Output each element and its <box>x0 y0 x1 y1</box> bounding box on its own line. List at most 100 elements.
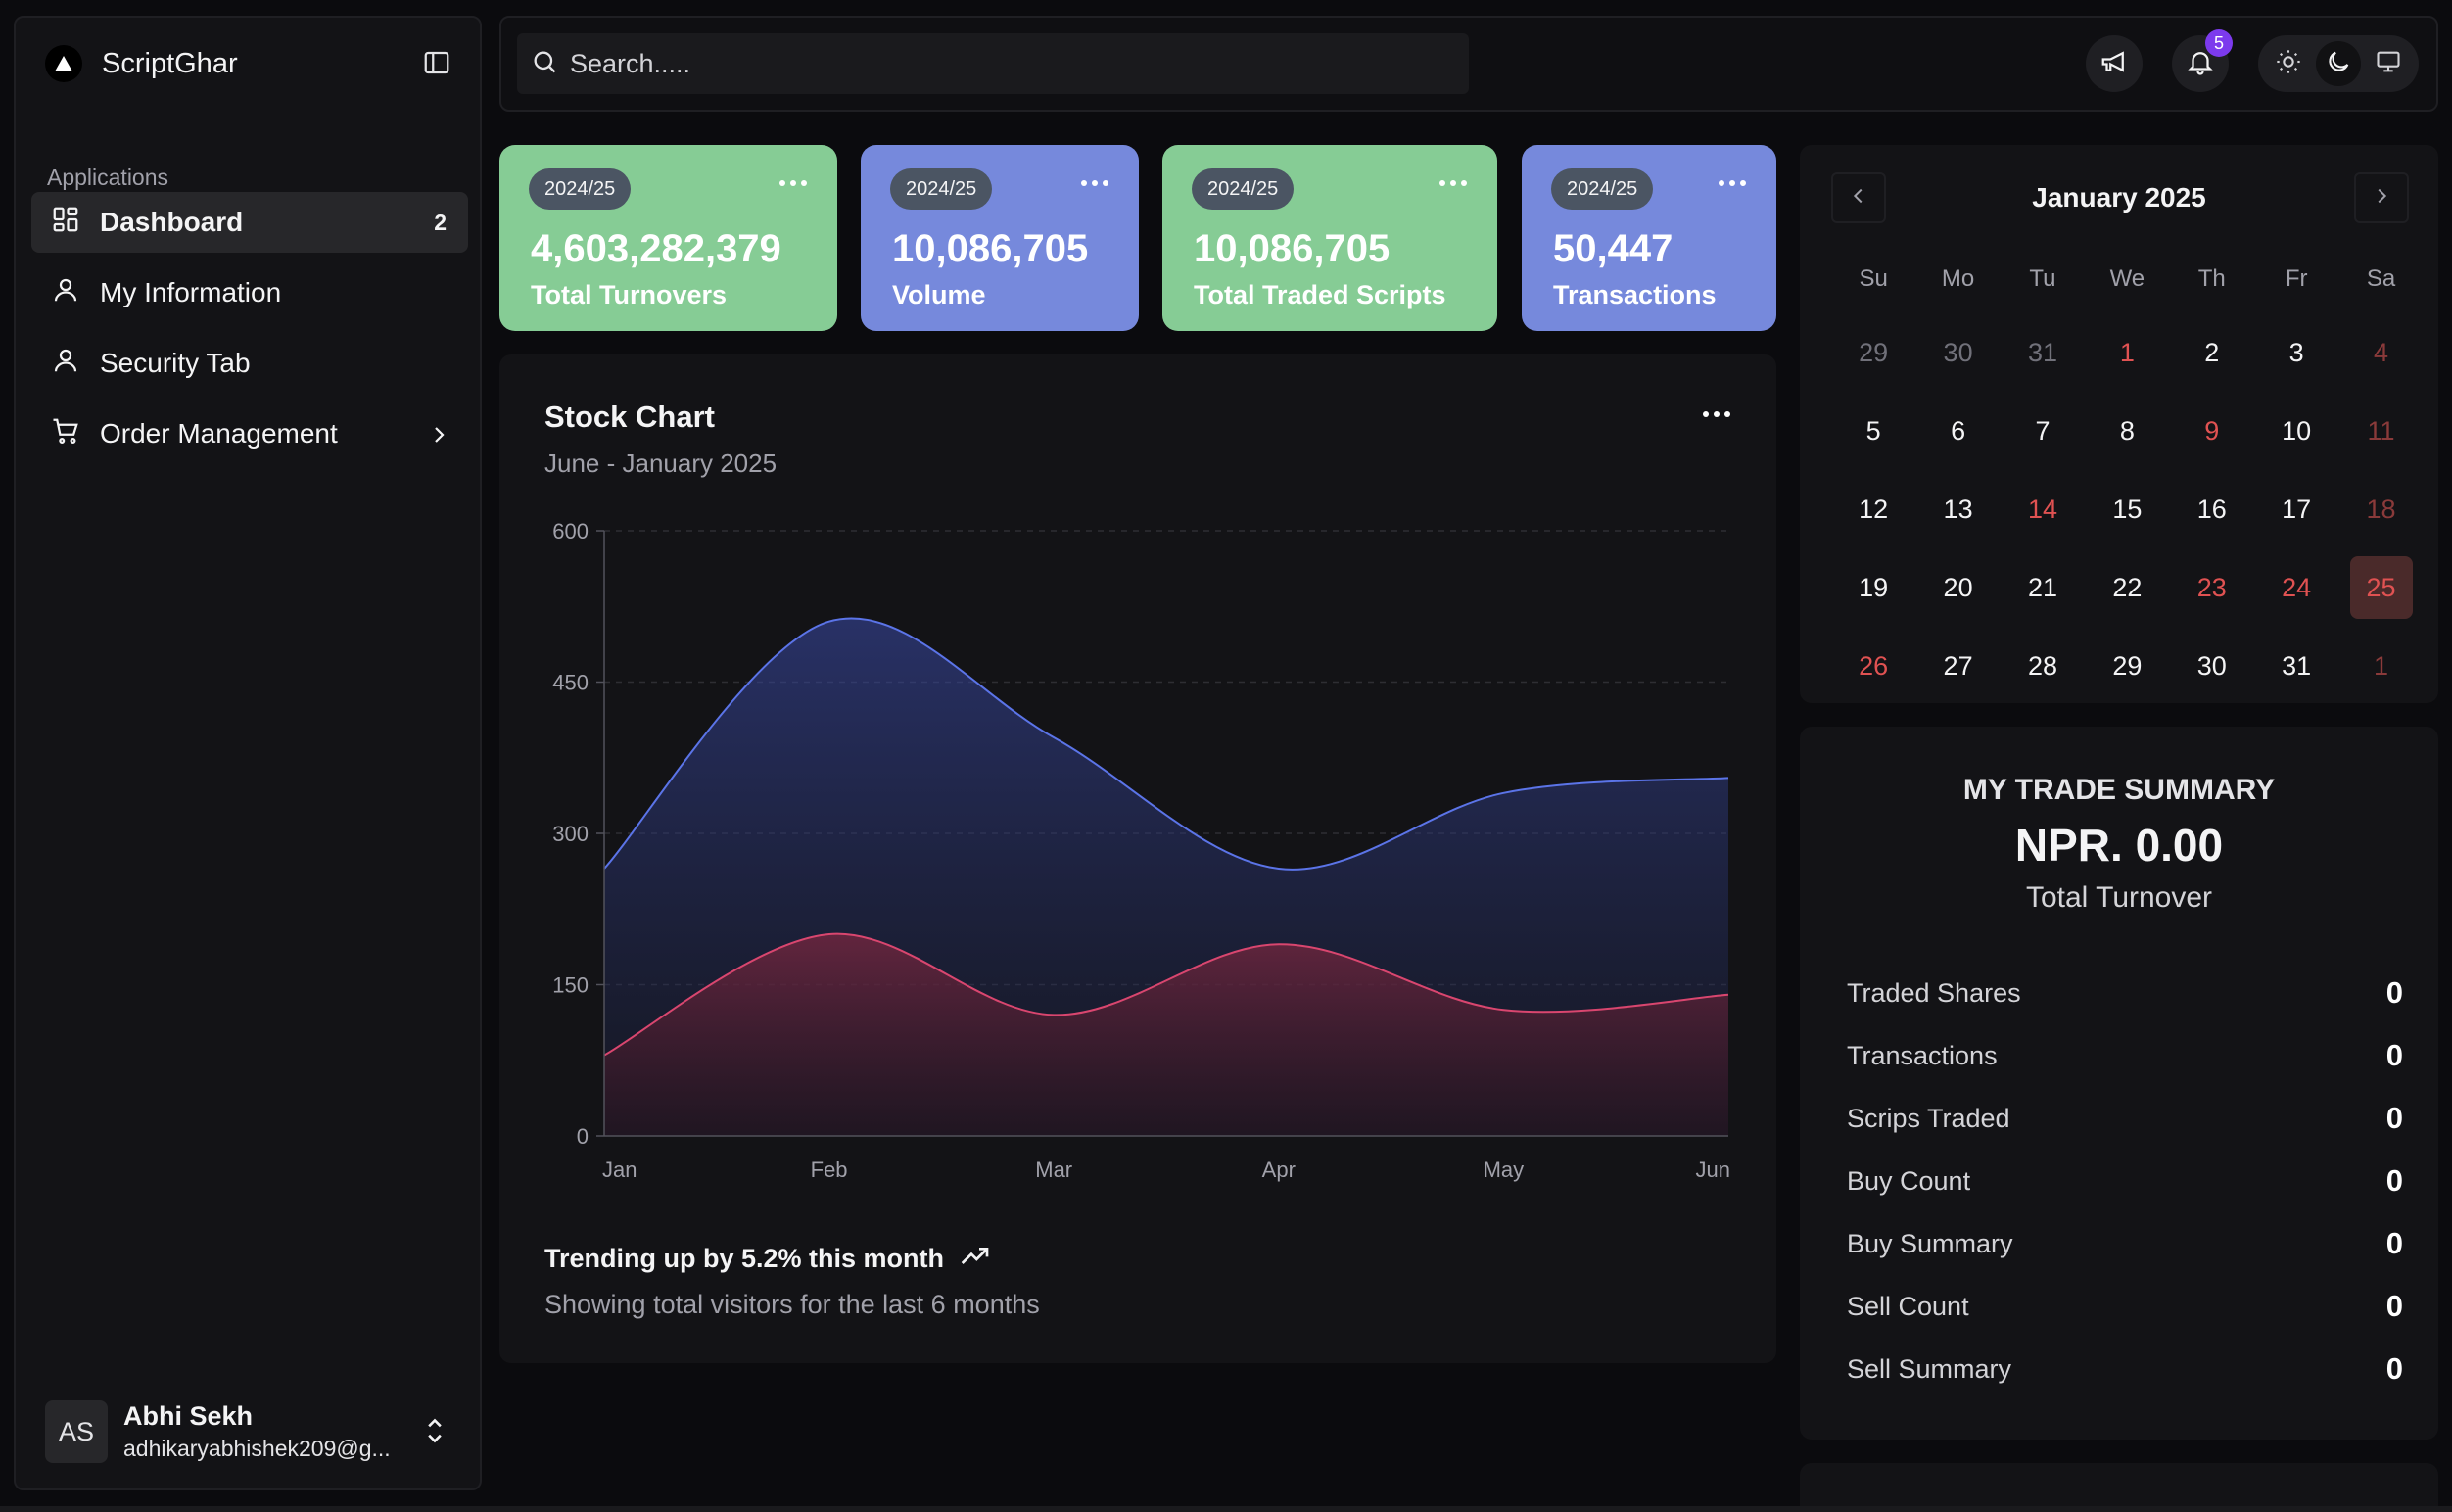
stat-label: Total Traded Scripts <box>1194 280 1446 309</box>
horizontal-scrollbar[interactable] <box>0 1506 2452 1512</box>
trend-indicator: Trending up by 5.2% this month <box>544 1244 991 1274</box>
calendar-day[interactable]: 1 <box>2338 627 2423 705</box>
x-tick-label: Jan <box>602 1158 637 1182</box>
theme-light-button[interactable] <box>2266 41 2311 86</box>
calendar-day[interactable]: 17 <box>2254 470 2338 548</box>
calendar-day[interactable]: 20 <box>1915 548 2000 627</box>
calendar-day[interactable]: 2 <box>2170 313 2254 392</box>
calendar-day[interactable]: 10 <box>2254 392 2338 470</box>
theme-system-button[interactable] <box>2366 41 2411 86</box>
calendar-day[interactable]: 1 <box>2085 313 2169 392</box>
y-tick-label: 600 <box>552 519 589 543</box>
calendar-day-number: 30 <box>1943 337 1973 367</box>
weekday-header: Su <box>1859 265 1888 292</box>
calendar-day-number: 2 <box>2204 337 2220 367</box>
calendar-day[interactable]: 30 <box>2170 627 2254 705</box>
calendar-day[interactable]: 27 <box>1915 627 2000 705</box>
calendar-day-number: 4 <box>2374 337 2389 367</box>
chevron-right-icon <box>2371 185 2392 212</box>
sidebar-item-order-management[interactable]: Order Management <box>31 403 468 464</box>
summary-row-label: Sell Summary <box>1847 1353 2012 1384</box>
sidebar-item-my-information[interactable]: My Information <box>31 262 468 323</box>
more-options-icon[interactable] <box>1718 174 1747 192</box>
calendar-day[interactable]: 19 <box>1831 548 1915 627</box>
calendar-day[interactable]: 25 <box>2338 548 2423 627</box>
sidebar-item-dashboard[interactable]: Dashboard 2 <box>31 192 468 253</box>
brand[interactable]: ScriptGhar <box>45 45 238 82</box>
calendar-day[interactable]: 16 <box>2170 470 2254 548</box>
summary-row-label: Transactions <box>1847 1040 1998 1070</box>
search-input[interactable] <box>570 48 1432 79</box>
summary-row-value: 0 <box>2385 1038 2403 1072</box>
calendar-day[interactable]: 31 <box>2001 313 2085 392</box>
calendar-day[interactable]: 12 <box>1831 470 1915 548</box>
calendar-day[interactable]: 14 <box>2001 470 2085 548</box>
user-menu[interactable]: AS Abhi Sekh adhikaryabhishek209@g... <box>45 1393 456 1471</box>
calendar-day[interactable]: 18 <box>2338 470 2423 548</box>
calendar-day[interactable]: 22 <box>2085 548 2169 627</box>
calendar-day[interactable]: 24 <box>2254 548 2338 627</box>
notifications-button[interactable]: 5 <box>2172 29 2233 92</box>
calendar-day[interactable]: 11 <box>2338 392 2423 470</box>
weekday-header: Th <box>2197 265 2226 292</box>
summary-title: MY TRADE SUMMARY <box>1962 774 2276 806</box>
x-tick-label: Feb <box>811 1158 848 1182</box>
more-options-icon[interactable] <box>1080 174 1109 192</box>
calendar-day-number: 19 <box>1859 572 1889 602</box>
summary-row-value: 0 <box>2385 1289 2403 1323</box>
calendar-day[interactable]: 29 <box>2085 627 2169 705</box>
summary-row: Transactions 0 <box>1847 1024 2403 1087</box>
stat-label: Volume <box>892 280 986 309</box>
calendar-day[interactable]: 23 <box>2170 548 2254 627</box>
calendar-day[interactable]: 29 <box>1831 313 1915 392</box>
calendar-day[interactable]: 26 <box>1831 627 1915 705</box>
calendar-day[interactable]: 7 <box>2001 392 2085 470</box>
calendar-day[interactable]: 9 <box>2170 392 2254 470</box>
calendar-day-number: 3 <box>2288 337 2304 367</box>
notification-badge: 5 <box>2205 29 2233 57</box>
calendar-day[interactable]: 21 <box>2001 548 2085 627</box>
trade-summary: MY TRADE SUMMARY NPR. 0.00 Total Turnove… <box>1800 727 2438 1440</box>
calendar-day-number: 20 <box>1943 572 1973 602</box>
x-tick-label: Mar <box>1035 1158 1072 1182</box>
stat-value: 10,086,705 <box>892 227 1089 270</box>
sidebar-item-security-tab[interactable]: Security Tab <box>31 333 468 394</box>
calendar-day-number: 26 <box>1859 650 1889 681</box>
summary-row-value: 0 <box>2385 1163 2403 1198</box>
calendar-day-number: 28 <box>2027 650 2057 681</box>
theme-switcher <box>2258 35 2419 92</box>
sun-icon <box>2275 48 2302 80</box>
summary-row-label: Scrips Traded <box>1847 1103 2010 1133</box>
calendar-day[interactable]: 6 <box>1915 392 2000 470</box>
calendar-day[interactable]: 30 <box>1915 313 2000 392</box>
app-name: ScriptGhar <box>102 47 238 79</box>
calendar-day-number: 11 <box>2367 415 2395 446</box>
more-options-icon[interactable] <box>1438 174 1468 192</box>
theme-dark-button[interactable] <box>2315 41 2361 86</box>
avatar: AS <box>45 1400 108 1463</box>
stat-card-volume: 2024/25 10,086,705 Volume <box>861 145 1139 331</box>
calendar-day[interactable]: 5 <box>1831 392 1915 470</box>
calendar-next-button[interactable] <box>2354 172 2409 223</box>
stat-value: 50,447 <box>1553 227 1674 270</box>
calendar-day[interactable]: 13 <box>1915 470 2000 548</box>
calendar-day[interactable]: 3 <box>2254 313 2338 392</box>
calendar-day[interactable]: 15 <box>2085 470 2169 548</box>
more-options-icon[interactable] <box>778 174 808 192</box>
calendar-day[interactable]: 28 <box>2001 627 2085 705</box>
summary-row-label: Buy Count <box>1847 1165 1971 1196</box>
user-email: adhikaryabhishek209@g... <box>123 1436 391 1461</box>
calendar-day-number: 15 <box>2112 494 2143 524</box>
calendar-day-number: 22 <box>2112 572 2143 602</box>
calendar-day[interactable]: 8 <box>2085 392 2169 470</box>
calendar-day-number: 31 <box>2282 650 2312 681</box>
calendar-day[interactable]: 4 <box>2338 313 2423 392</box>
calendar-day[interactable]: 31 <box>2254 627 2338 705</box>
sidebar-toggle-button[interactable] <box>419 47 454 82</box>
moon-icon <box>2325 48 2352 80</box>
stat-card-total-turnovers: 2024/25 4,603,282,379 Total Turnovers <box>499 145 837 331</box>
summary-row-value: 0 <box>2385 1351 2403 1386</box>
announcement-button[interactable] <box>2086 35 2143 92</box>
user-name: Abhi Sekh <box>123 1401 254 1431</box>
monitor-icon <box>2375 48 2402 80</box>
